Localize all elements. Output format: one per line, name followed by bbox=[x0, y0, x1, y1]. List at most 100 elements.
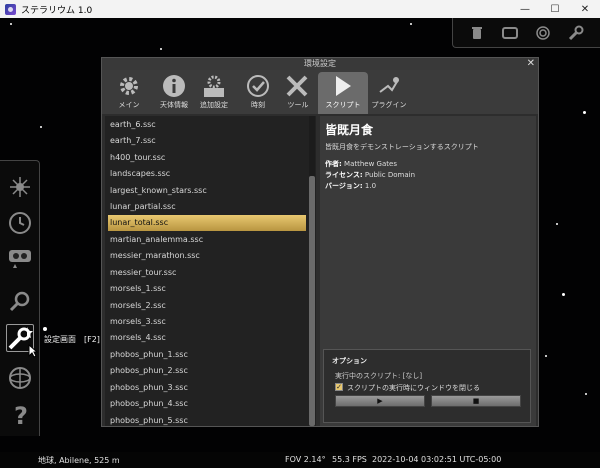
list-item[interactable]: morsels_2.ssc bbox=[108, 298, 306, 314]
window-title: ステラリウム 1.0 bbox=[21, 5, 93, 16]
options-title: オプション bbox=[332, 357, 367, 365]
tab-tools[interactable]: ツール bbox=[273, 72, 323, 114]
clock-icon[interactable] bbox=[6, 209, 34, 237]
run-script-button[interactable]: ▶ bbox=[335, 395, 425, 407]
maximize-button[interactable]: ☐ bbox=[540, 0, 570, 18]
star bbox=[562, 293, 565, 296]
close-window-checkbox-label[interactable]: スクリプトの実行時にウィンドウを閉じる bbox=[347, 383, 480, 393]
svg-text:?: ? bbox=[14, 402, 28, 428]
info-icon bbox=[162, 72, 186, 100]
list-item[interactable]: morsels_3.ssc bbox=[108, 314, 306, 330]
list-item-selected[interactable]: lunar_total.ssc bbox=[108, 215, 306, 231]
script-list[interactable]: earth_6.ssc earth_7.ssc h400_tour.ssc la… bbox=[105, 116, 316, 426]
fov-readout: FOV 2.14° bbox=[285, 455, 326, 464]
time-icon bbox=[246, 72, 270, 100]
author-value: Matthew Gates bbox=[344, 160, 397, 168]
gear-icon bbox=[117, 72, 141, 100]
running-script-status: 実行中のスクリプト: [なし] bbox=[335, 372, 423, 380]
script-description: 皆既月食をデモンストレーションするスクリプト bbox=[325, 143, 479, 151]
script-license-row: ライセンス: Public Domain bbox=[325, 170, 415, 180]
star bbox=[10, 23, 12, 25]
tab-label: 天体情報 bbox=[160, 101, 188, 109]
galaxy-icon[interactable] bbox=[534, 24, 552, 42]
list-item[interactable]: phobos_phun_5.ssc bbox=[108, 413, 306, 426]
list-item[interactable]: phobos_phun_3.ssc bbox=[108, 380, 306, 396]
list-item[interactable]: lunar_partial.ssc bbox=[108, 199, 306, 215]
script-detail-panel: 皆既月食 皆既月食をデモンストレーションするスクリプト 作者: Matthew … bbox=[320, 116, 536, 426]
list-item[interactable]: messier_marathon.ssc bbox=[108, 248, 306, 264]
script-author-row: 作者: Matthew Gates bbox=[325, 159, 397, 169]
window-titlebar: ステラリウム 1.0 — ☐ ✕ bbox=[0, 0, 600, 18]
dialog-close-button[interactable]: ✕ bbox=[527, 58, 535, 70]
list-item[interactable]: morsels_4.ssc bbox=[108, 330, 306, 346]
configuration-dialog: 環境設定 ✕ メイン 天体情報 追加設定 時刻 ツール スクリプト プラグイン … bbox=[101, 57, 539, 427]
tab-plugins[interactable]: プラグイン bbox=[364, 72, 414, 114]
location-icon[interactable] bbox=[6, 364, 34, 392]
list-item[interactable]: h400_tour.ssc bbox=[108, 150, 306, 166]
list-item[interactable]: martian_analemma.ssc bbox=[108, 232, 306, 248]
magnifier-icon[interactable] bbox=[6, 287, 34, 315]
list-item[interactable]: morsels_1.ssc bbox=[108, 281, 306, 297]
location-readout[interactable]: 地球, Abilene, 525 m bbox=[38, 455, 120, 466]
dialog-tabs: メイン 天体情報 追加設定 時刻 ツール スクリプト プラグイン bbox=[102, 70, 538, 114]
star bbox=[585, 393, 587, 395]
version-label: バージョン: bbox=[325, 182, 363, 190]
config-tooltip: 設定画面 [F2] bbox=[44, 335, 100, 344]
star bbox=[43, 327, 47, 331]
author-label: 作者: bbox=[325, 160, 342, 168]
extras-icon bbox=[201, 72, 227, 100]
tab-scripts[interactable]: スクリプト bbox=[318, 72, 368, 114]
tab-label: 追加設定 bbox=[200, 101, 228, 109]
sky-view-icon[interactable] bbox=[6, 173, 34, 201]
tab-label: ツール bbox=[287, 101, 309, 109]
script-list-scrollbar[interactable] bbox=[309, 116, 315, 426]
license-value: Public Domain bbox=[364, 171, 416, 179]
star bbox=[556, 223, 558, 225]
trash-icon[interactable] bbox=[468, 24, 486, 42]
star bbox=[545, 355, 547, 357]
star bbox=[160, 48, 162, 50]
minimize-button[interactable]: — bbox=[510, 0, 540, 18]
close-window-button[interactable]: ✕ bbox=[570, 0, 600, 18]
datetime-readout[interactable]: 2022-10-04 03:02:51 UTC-05:00 bbox=[372, 455, 501, 464]
tab-label: スクリプト bbox=[325, 101, 361, 109]
list-item[interactable]: phobos_phun_4.ssc bbox=[108, 396, 306, 412]
tab-extras[interactable]: 追加設定 bbox=[189, 72, 239, 114]
plugin-icon bbox=[376, 72, 402, 100]
star bbox=[583, 111, 586, 114]
list-item[interactable]: largest_known_stars.ssc bbox=[108, 183, 306, 199]
close-window-checkbox[interactable]: ✓ bbox=[335, 383, 343, 391]
stellarium-app-icon bbox=[5, 3, 16, 15]
fps-readout: 55.3 FPS bbox=[332, 455, 367, 464]
wrench-icon[interactable] bbox=[567, 24, 585, 42]
search-icon[interactable] bbox=[6, 245, 34, 273]
list-item[interactable]: phobos_phun_1.ssc bbox=[108, 347, 306, 363]
list-item[interactable]: messier_tour.ssc bbox=[108, 265, 306, 281]
left-toolbar: ? bbox=[0, 160, 40, 436]
list-item[interactable]: earth_7.ssc bbox=[108, 133, 306, 149]
window-icon[interactable] bbox=[501, 24, 519, 42]
version-value: 1.0 bbox=[364, 182, 377, 190]
help-icon[interactable]: ? bbox=[6, 401, 34, 429]
star bbox=[40, 126, 42, 128]
script-title: 皆既月食 bbox=[325, 123, 374, 137]
dialog-title[interactable]: 環境設定 bbox=[102, 58, 538, 70]
tools-icon bbox=[285, 72, 311, 100]
top-toolbar bbox=[452, 18, 600, 48]
stop-script-button[interactable]: ■ bbox=[431, 395, 521, 407]
list-item[interactable]: landscapes.ssc bbox=[108, 166, 306, 182]
list-item[interactable]: earth_6.ssc bbox=[108, 117, 306, 133]
star bbox=[410, 23, 412, 25]
tab-label: メイン bbox=[118, 101, 140, 109]
mouse-cursor-icon bbox=[28, 343, 39, 362]
list-item[interactable]: phobos_phun_2.ssc bbox=[108, 363, 306, 379]
tab-label: プラグイン bbox=[371, 101, 407, 109]
play-icon bbox=[332, 72, 354, 100]
tab-label: 時刻 bbox=[251, 101, 265, 109]
status-bar: 地球, Abilene, 525 m FOV 2.14° 55.3 FPS 20… bbox=[0, 452, 600, 468]
script-version-row: バージョン: 1.0 bbox=[325, 181, 376, 191]
scrollbar-thumb[interactable] bbox=[309, 176, 315, 426]
license-label: ライセンス: bbox=[325, 171, 363, 179]
script-options-box: オプション 実行中のスクリプト: [なし] ✓ スクリプトの実行時にウィンドウを… bbox=[323, 349, 531, 423]
tab-main[interactable]: メイン bbox=[104, 72, 154, 114]
